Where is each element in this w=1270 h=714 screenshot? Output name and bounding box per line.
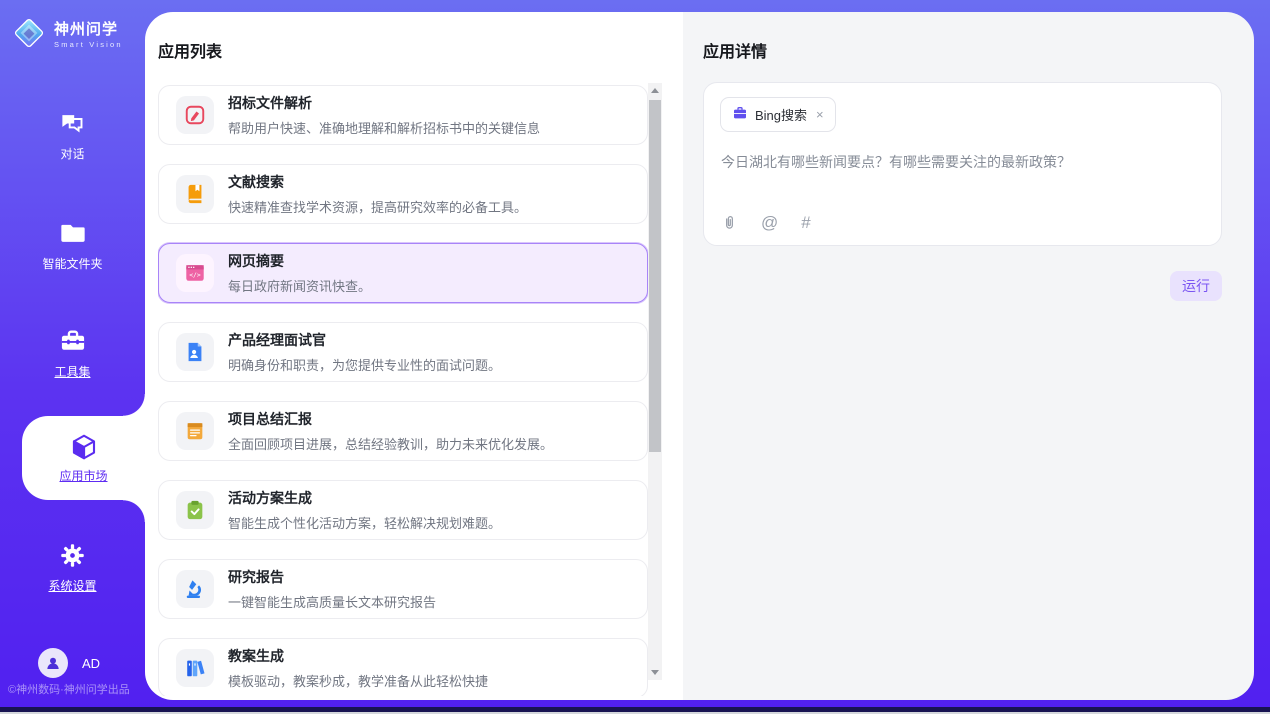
app-card[interactable]: 项目总结汇报 全面回顾项目进展，总结经验教训，助力未来优化发展。 <box>158 401 648 461</box>
avatar <box>38 648 68 678</box>
app-card-desc: 智能生成个性化活动方案，轻松解决规划难题。 <box>228 513 501 532</box>
microscope-icon <box>176 570 214 608</box>
prompt-input[interactable]: 今日湖北有哪些新闻要点？有哪些需要关注的最新政策？ <box>721 152 1204 172</box>
scroll-down-button[interactable] <box>648 665 662 680</box>
mention-icon[interactable]: @ <box>761 214 778 231</box>
close-icon[interactable]: × <box>816 107 824 122</box>
tool-chip-bing-search[interactable]: Bing搜索 × <box>720 97 836 132</box>
brand-name: 神州问学 <box>54 22 123 39</box>
main-content: 应用列表 招标文件解析 帮助用户快速、准确地理解和解析招标书中的关键信息 文献搜… <box>145 12 1254 700</box>
sidebar-item-tools[interactable]: 工具集 <box>0 326 145 380</box>
app-card-desc: 快速精准查找学术资源，提高研究效率的必备工具。 <box>228 197 527 216</box>
app-card-name: 项目总结汇报 <box>228 409 553 429</box>
app-list-panel: 应用列表 招标文件解析 帮助用户快速、准确地理解和解析招标书中的关键信息 文献搜… <box>145 12 683 700</box>
app-card-name: 研究报告 <box>228 567 436 587</box>
app-card[interactable]: 招标文件解析 帮助用户快速、准确地理解和解析招标书中的关键信息 <box>158 85 648 145</box>
sidebar-item-market[interactable]: 应用市场 <box>22 416 145 500</box>
sidebar-item-folders[interactable]: 智能文件夹 <box>0 218 145 272</box>
app-list-title: 应用列表 <box>158 38 222 62</box>
sidebar-item-settings[interactable]: 系统设置 <box>0 540 145 594</box>
chat-icon <box>58 108 88 138</box>
diamond-logo-icon <box>12 16 46 55</box>
book-icon <box>176 175 214 213</box>
app-card[interactable]: 教案生成 模板驱动，教案秒成，教学准备从此轻松快捷 <box>158 638 648 696</box>
app-card[interactable]: </> 网页摘要 每日政府新闻资讯快查。 <box>158 243 648 303</box>
app-card-name: 网页摘要 <box>228 251 371 271</box>
app-card-desc: 模板驱动，教案秒成，教学准备从此轻松快捷 <box>228 671 488 690</box>
app-card-desc: 一键智能生成高质量长文本研究报告 <box>228 592 436 611</box>
app-card-name: 文献搜索 <box>228 172 527 192</box>
app-card-name: 活动方案生成 <box>228 488 501 508</box>
user-profile[interactable]: AD <box>38 648 100 678</box>
clipboard-check-icon <box>176 491 214 529</box>
books-icon <box>176 649 214 687</box>
app-window: 神州问学 Smart Vision 对话 智能文件夹 工具集 应用市场 系统设置… <box>0 0 1270 714</box>
app-card-name: 招标文件解析 <box>228 93 540 113</box>
brand-logo: 神州问学 Smart Vision <box>12 16 123 55</box>
attach-icon[interactable] <box>721 214 738 231</box>
folder-icon <box>58 218 88 248</box>
gear-icon <box>58 540 88 570</box>
tool-chip-label: Bing搜索 <box>755 105 807 124</box>
run-button[interactable]: 运行 <box>1170 271 1222 301</box>
scrollbar[interactable] <box>648 83 662 680</box>
app-card-desc: 帮助用户快速、准确地理解和解析招标书中的关键信息 <box>228 118 540 137</box>
cube-icon <box>69 432 99 462</box>
app-card[interactable]: 活动方案生成 智能生成个性化活动方案，轻松解决规划难题。 <box>158 480 648 540</box>
app-card-desc: 每日政府新闻资讯快查。 <box>228 276 371 295</box>
brand-tagline: Smart Vision <box>54 41 123 49</box>
app-detail-title: 应用详情 <box>703 38 767 62</box>
prompt-composer[interactable]: Bing搜索 × 今日湖北有哪些新闻要点？有哪些需要关注的最新政策？ @# <box>703 82 1222 246</box>
app-card-name: 教案生成 <box>228 646 488 666</box>
sidebar: 神州问学 Smart Vision 对话 智能文件夹 工具集 应用市场 系统设置… <box>0 0 145 714</box>
svg-text:</>: </> <box>189 271 201 279</box>
browser-code-icon: </> <box>176 254 214 292</box>
scrollbar-thumb[interactable] <box>649 100 661 452</box>
document-edit-icon <box>176 96 214 134</box>
user-initials: AD <box>82 656 100 671</box>
app-card-list: 招标文件解析 帮助用户快速、准确地理解和解析招标书中的关键信息 文献搜索 快速精… <box>158 85 648 696</box>
topic-icon[interactable]: # <box>801 214 810 231</box>
briefcase-icon <box>732 105 748 124</box>
toolbox-icon <box>58 326 88 356</box>
scroll-up-button[interactable] <box>648 83 662 98</box>
copyright-text: ©神州数码·神州问学出品 <box>8 681 130 697</box>
app-card-name: 产品经理面试官 <box>228 330 501 350</box>
app-card[interactable]: 文献搜索 快速精准查找学术资源，提高研究效率的必备工具。 <box>158 164 648 224</box>
app-card[interactable]: 产品经理面试官 明确身份和职责，为您提供专业性的面试问题。 <box>158 322 648 382</box>
app-card-desc: 全面回顾项目进展，总结经验教训，助力未来优化发展。 <box>228 434 553 453</box>
app-detail-panel: 应用详情 Bing搜索 × 今日湖北有哪些新闻要点？有哪些需要关注的最新政策？ … <box>683 12 1254 700</box>
app-card[interactable]: 研究报告 一键智能生成高质量长文本研究报告 <box>158 559 648 619</box>
app-card-desc: 明确身份和职责，为您提供专业性的面试问题。 <box>228 355 501 374</box>
composer-toolbar: @# <box>721 214 811 231</box>
sidebar-item-chat[interactable]: 对话 <box>0 108 145 162</box>
notepad-icon <box>176 412 214 450</box>
clipboard-person-icon <box>176 333 214 371</box>
